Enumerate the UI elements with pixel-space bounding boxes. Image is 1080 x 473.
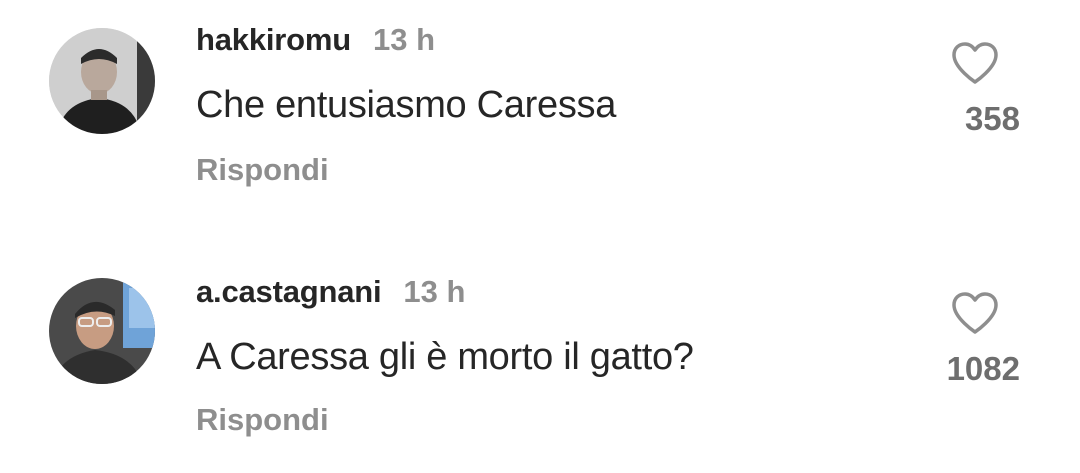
avatar[interactable] bbox=[49, 28, 155, 134]
timestamp: 13 h bbox=[403, 274, 466, 309]
reply-button[interactable]: Rispondi bbox=[196, 402, 329, 438]
username[interactable]: hakkiromu bbox=[196, 22, 351, 58]
username[interactable]: a.castagnani bbox=[196, 274, 382, 310]
like-count: 358 bbox=[964, 100, 1020, 137]
user-avatar-icon bbox=[49, 28, 155, 134]
reply-button[interactable]: Rispondi bbox=[196, 152, 329, 188]
heart-icon[interactable] bbox=[950, 40, 1000, 86]
avatar[interactable] bbox=[49, 278, 155, 384]
timestamp: 13 h bbox=[372, 22, 436, 57]
like-block: 358 bbox=[930, 40, 1020, 138]
comment-text: Che entusiasmo Caressa bbox=[196, 84, 617, 126]
comment-text: A Caressa gli è morto il gatto? bbox=[196, 336, 694, 378]
comment-meta: a.castagnani 13 h bbox=[196, 274, 465, 314]
like-block: 1082 bbox=[930, 290, 1020, 388]
heart-icon[interactable] bbox=[950, 290, 1000, 336]
comment-item: a.castagnani 13 h A Caressa gli è morto … bbox=[0, 252, 1080, 473]
comment-meta: hakkiromu 13 h bbox=[196, 22, 435, 62]
comment-item: hakkiromu 13 h Che entusiasmo Caressa Ri… bbox=[0, 0, 1080, 236]
user-avatar-icon bbox=[49, 278, 155, 384]
like-count: 1082 bbox=[946, 350, 1020, 387]
